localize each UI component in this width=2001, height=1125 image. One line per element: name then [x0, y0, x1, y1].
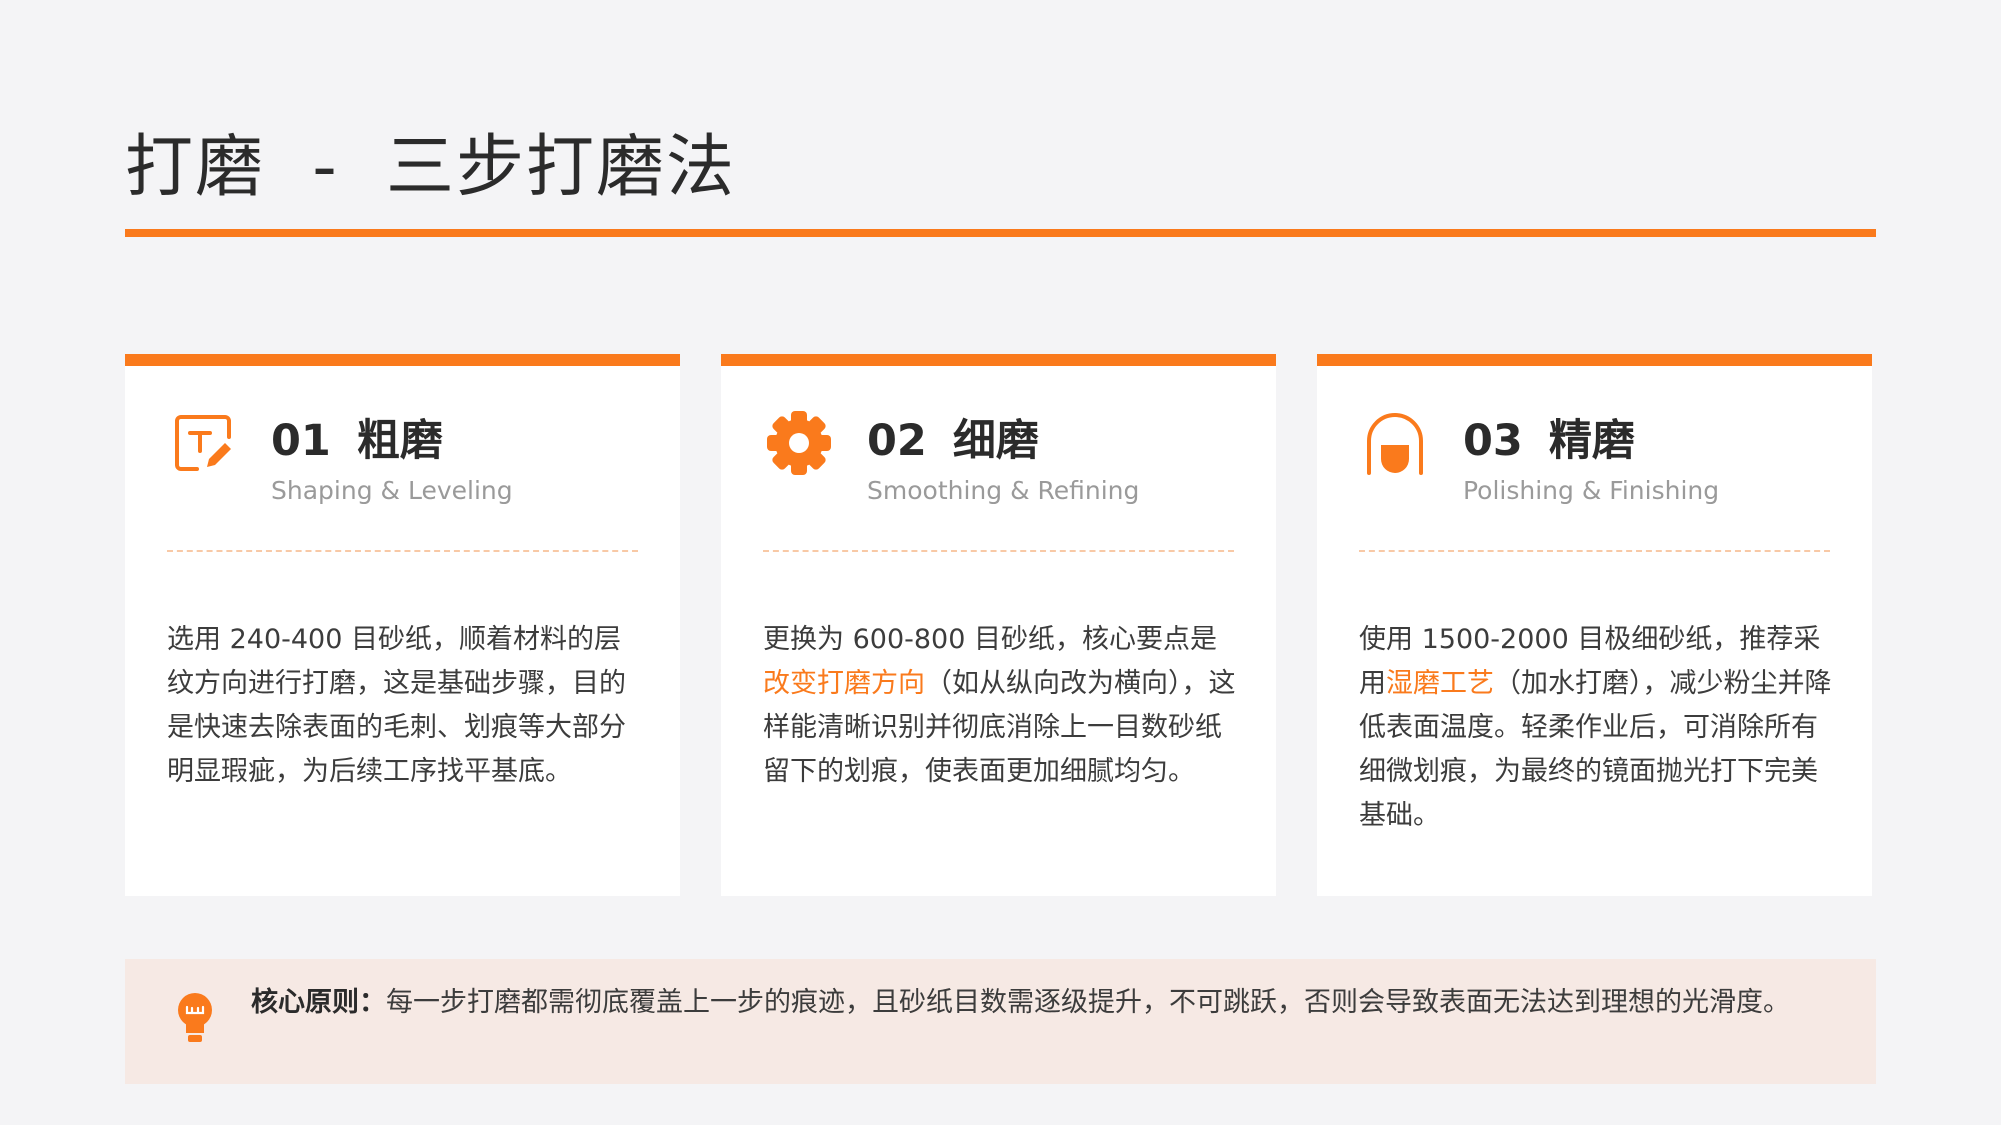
step-subtitle: Polishing & Finishing [1463, 476, 1720, 505]
step-number: 03 [1463, 416, 1523, 466]
dashed-divider [763, 550, 1234, 552]
card-heading: 03 精磨 [1463, 414, 1635, 468]
description-highlight: 湿磨工艺 [1386, 668, 1494, 699]
step-subtitle: Shaping & Leveling [271, 476, 513, 505]
step-name: 粗磨 [356, 416, 443, 466]
text-edit-icon [171, 411, 235, 475]
polish-bell-icon [1363, 411, 1427, 475]
lightbulb-icon [173, 991, 217, 1043]
core-principle-body: 每一步打磨都需彻底覆盖上一步的痕迹，且砂纸目数需逐级提升，不可跳跃，否则会导致表… [386, 987, 1790, 1018]
core-principle-text: 核心原则：每一步打磨都需彻底覆盖上一步的痕迹，且砂纸目数需逐级提升，不可跳跃，否… [251, 983, 1836, 1023]
step-description: 更换为 600-800 目砂纸，核心要点是改变打磨方向（如从纵向改为横向），这样… [763, 618, 1240, 794]
core-principle-label: 核心原则： [251, 987, 386, 1018]
dashed-divider [167, 550, 638, 552]
title-underline [125, 229, 1876, 237]
gear-icon [767, 411, 831, 475]
description-highlight: 改变打磨方向 [763, 668, 925, 699]
core-principle-callout: 核心原则：每一步打磨都需彻底覆盖上一步的痕迹，且砂纸目数需逐级提升，不可跳跃，否… [125, 959, 1876, 1084]
description-text: 更换为 600-800 目砂纸，核心要点是 [763, 624, 1217, 655]
dashed-divider [1359, 550, 1830, 552]
step-description: 选用 240-400 目砂纸，顺着材料的层纹方向进行打磨，这是基础步骤，目的是快… [167, 618, 644, 794]
step-subtitle: Smoothing & Refining [867, 476, 1140, 505]
card-heading: 01 粗磨 [271, 414, 443, 468]
step-number: 02 [867, 416, 927, 466]
card-heading: 02 细磨 [867, 414, 1039, 468]
step-card-coarse: 01 粗磨 Shaping & Leveling 选用 240-400 目砂纸，顺… [125, 354, 680, 896]
step-card-polish: 03 精磨 Polishing & Finishing 使用 1500-2000 … [1317, 354, 1872, 896]
step-card-fine: 02 细磨 Smoothing & Refining 更换为 600-800 目砂… [721, 354, 1276, 896]
page-title: 打磨 - 三步打磨法 [125, 128, 736, 207]
description-text: 选用 240-400 目砂纸，顺着材料的层纹方向进行打磨，这是基础步骤，目的是快… [167, 624, 626, 787]
step-number: 01 [271, 416, 331, 466]
step-name: 精磨 [1548, 416, 1635, 466]
step-name: 细磨 [952, 416, 1039, 466]
step-description: 使用 1500-2000 目极细砂纸，推荐采用湿磨工艺（加水打磨），减少粉尘并降… [1359, 618, 1836, 838]
